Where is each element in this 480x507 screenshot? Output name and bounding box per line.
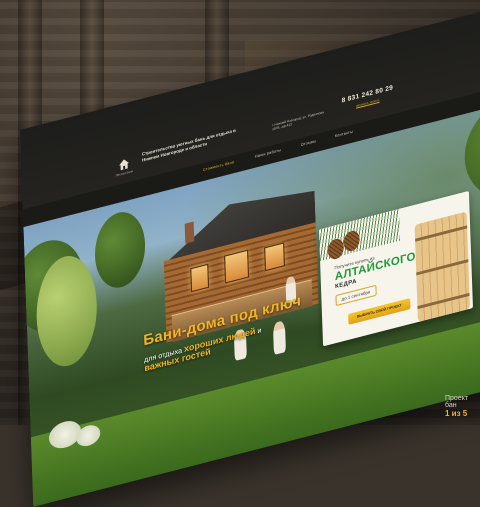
project-label: Проект бан xyxy=(445,395,469,409)
choose-project-button[interactable]: ВЫБРАТЬ СВОЙ ПРОЕКТ xyxy=(348,298,411,325)
logo[interactable]: Лесная баня xyxy=(110,155,139,179)
nav-item-works[interactable]: Наши работы xyxy=(255,148,281,159)
project-counter: Проект бан 1 из 5 xyxy=(445,395,480,418)
cedar-barrel-image xyxy=(414,211,470,323)
nav-item-reviews[interactable]: Отзывы xyxy=(301,139,316,147)
pine-tree xyxy=(93,206,147,294)
promo-card: Получите купель из АЛТАЙСКОГО КЕДРА до 1… xyxy=(318,190,473,347)
nav-item-contacts[interactable]: Контакты xyxy=(335,130,353,139)
address: г. Нижний Новгород, ул. Родионова 197В, … xyxy=(271,110,324,132)
nav-item-price[interactable]: Стоимость бани xyxy=(203,160,234,172)
hero-sub-middle: и xyxy=(257,325,262,336)
project-counter-value: 1 из 5 xyxy=(445,409,468,418)
